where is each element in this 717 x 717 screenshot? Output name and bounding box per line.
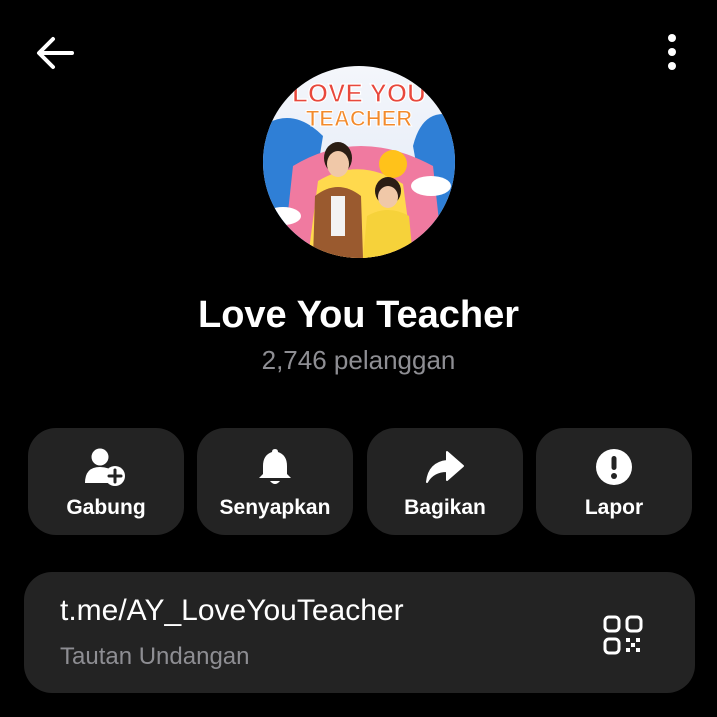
channel-name: Love You Teacher [198,294,519,336]
share-label: Bagikan [404,496,486,519]
invite-link-card[interactable]: t.me/AY_LoveYouTeacher Tautan Undangan [24,572,695,693]
more-options-button[interactable] [648,24,696,80]
qr-code-button[interactable] [596,608,650,662]
more-vertical-icon [668,34,676,70]
back-button[interactable] [22,22,88,84]
channel-avatar[interactable]: LOVE YOU TEACHER [263,66,455,258]
subscriber-count: 2,746 pelanggan [261,345,456,375]
share-arrow-icon [367,446,523,488]
exclamation-circle-icon [536,446,692,488]
qr-code-icon [603,615,643,655]
invite-link-caption: Tautan Undangan [60,643,250,670]
share-button[interactable]: Bagikan [367,428,523,535]
mute-label: Senyapkan [219,496,331,519]
mute-button[interactable]: Senyapkan [197,428,353,535]
bell-icon [197,446,353,488]
avatar-title-line1: LOVE YOU [292,78,426,108]
arrow-left-icon [37,37,74,69]
report-label: Lapor [584,496,644,519]
avatar-title-line2: TEACHER [306,106,412,131]
report-button[interactable]: Lapor [536,428,692,535]
join-label: Gabung [66,496,146,519]
invite-link[interactable]: t.me/AY_LoveYouTeacher [60,592,404,630]
join-button[interactable]: Gabung [28,428,184,535]
add-user-icon [28,446,184,488]
